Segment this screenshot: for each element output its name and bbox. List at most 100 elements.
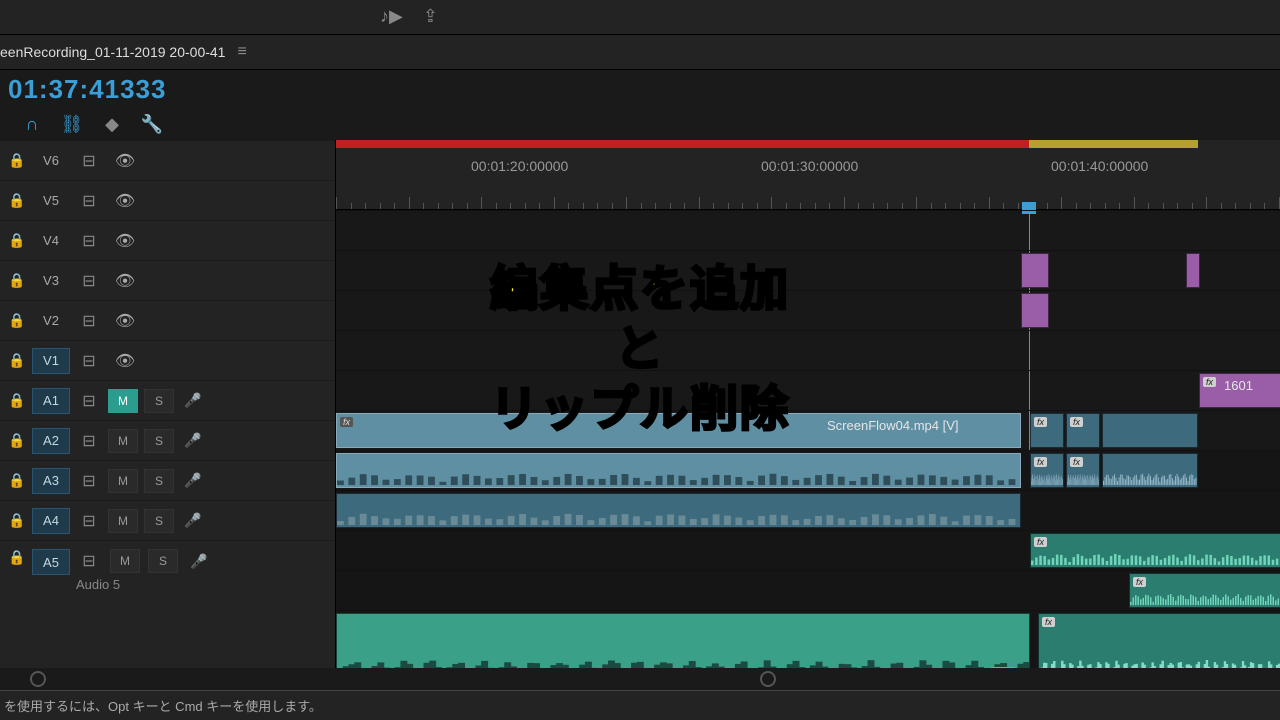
sync-lock-icon[interactable]: ⊟	[72, 431, 106, 451]
eye-icon[interactable]: 👁	[108, 351, 142, 371]
track-target[interactable]: A2	[32, 428, 70, 454]
track-target[interactable]: A5	[32, 549, 70, 575]
mute-button[interactable]: M	[108, 469, 138, 493]
solo-button[interactable]: S	[144, 429, 174, 453]
sync-lock-icon[interactable]: ⊟	[72, 191, 106, 211]
panel-menu-icon[interactable]: ≡	[237, 43, 246, 61]
sync-lock-icon[interactable]: ⊟	[72, 231, 106, 251]
linked-selection-icon[interactable]: ⛓	[54, 110, 90, 138]
lock-icon[interactable]: 🔒	[8, 272, 30, 289]
video-track-header[interactable]: 🔒 V6 ⊟ 👁	[0, 140, 335, 180]
lock-icon[interactable]: 🔒	[8, 312, 30, 329]
track-target[interactable]: V3	[32, 268, 70, 294]
sync-lock-icon[interactable]: ⊟	[72, 351, 106, 371]
zoom-handle-center[interactable]	[760, 671, 776, 687]
out-range-bar[interactable]	[1029, 140, 1198, 148]
play-add-icon[interactable]: ♪▶	[380, 6, 403, 27]
sync-lock-icon[interactable]: ⊟	[72, 551, 106, 571]
sync-lock-icon[interactable]: ⊟	[72, 471, 106, 491]
track-target[interactable]: A4	[32, 508, 70, 534]
export-icon[interactable]: ⇪	[423, 6, 438, 27]
mute-button[interactable]: M	[108, 389, 138, 413]
video-track-header[interactable]: 🔒 V4 ⊟ 👁	[0, 220, 335, 260]
track-target[interactable]: V5	[32, 188, 70, 214]
solo-button[interactable]: S	[148, 549, 178, 573]
clip[interactable]: fx1601	[1199, 373, 1280, 408]
mic-icon[interactable]: 🎤	[180, 432, 206, 449]
clip[interactable]	[336, 453, 1021, 488]
track-lane[interactable]	[336, 250, 1280, 290]
track-lane[interactable]: fx	[336, 570, 1280, 610]
mute-button[interactable]: M	[108, 509, 138, 533]
track-target[interactable]: V6	[32, 148, 70, 174]
clip[interactable]: fx	[1066, 413, 1100, 448]
clip[interactable]: fx	[1030, 413, 1064, 448]
audio-track-header[interactable]: 🔒 A3 ⊟ M S 🎤	[0, 460, 335, 500]
sync-lock-icon[interactable]: ⊟	[72, 271, 106, 291]
wrench-icon[interactable]: 🔧	[134, 110, 170, 138]
clip[interactable]	[1102, 453, 1198, 488]
track-target[interactable]: A1	[32, 388, 70, 414]
clip[interactable]	[1102, 413, 1198, 448]
marker-icon[interactable]: ◆	[94, 110, 130, 138]
lock-icon[interactable]: 🔒	[8, 352, 30, 369]
mic-icon[interactable]: 🎤	[186, 553, 212, 570]
video-track-header[interactable]: 🔒 V1 ⊟ 👁	[0, 340, 335, 380]
track-lane[interactable]: fxfx	[336, 450, 1280, 490]
lock-icon[interactable]: 🔒	[8, 192, 30, 209]
lock-icon[interactable]: 🔒	[8, 472, 30, 489]
sync-lock-icon[interactable]: ⊟	[72, 511, 106, 531]
sequence-tab[interactable]: eenRecording_01-11-2019 20-00-41 ≡	[0, 35, 1280, 70]
track-lane[interactable]	[336, 490, 1280, 530]
mute-button[interactable]: M	[110, 549, 140, 573]
lock-icon[interactable]: 🔒	[8, 549, 30, 566]
timecode-display[interactable]: 01:37:41333	[0, 74, 166, 105]
video-track-header[interactable]: 🔒 V3 ⊟ 👁	[0, 260, 335, 300]
track-lane[interactable]	[336, 330, 1280, 370]
audio-track-header[interactable]: 🔒 A5 ⊟ M S 🎤 Audio 5	[0, 540, 335, 620]
audio-track-header[interactable]: 🔒 A1 ⊟ M S 🎤	[0, 380, 335, 420]
eye-icon[interactable]: 👁	[108, 231, 142, 251]
sync-lock-icon[interactable]: ⊟	[72, 311, 106, 331]
track-target[interactable]: A3	[32, 468, 70, 494]
in-range-bar[interactable]	[336, 140, 1029, 148]
mic-icon[interactable]: 🎤	[180, 512, 206, 529]
clip[interactable]: fxScreenFlow04.mp4 [V]	[336, 413, 1021, 448]
track-lane[interactable]	[336, 210, 1280, 250]
video-track-header[interactable]: 🔒 V5 ⊟ 👁	[0, 180, 335, 220]
solo-button[interactable]: S	[144, 509, 174, 533]
clip[interactable]	[1021, 253, 1049, 288]
timeline[interactable]: 00:01:20:0000000:01:30:0000000:01:40:000…	[335, 140, 1280, 670]
clip[interactable]	[1021, 293, 1049, 328]
clip[interactable]: fx	[1030, 453, 1064, 488]
track-lane[interactable]: fx	[336, 530, 1280, 570]
track-target[interactable]: V2	[32, 308, 70, 334]
snap-icon[interactable]: ∩	[14, 110, 50, 138]
mute-button[interactable]: M	[108, 429, 138, 453]
clip[interactable]: fx	[1030, 533, 1280, 568]
zoom-handle-left[interactable]	[30, 671, 46, 687]
eye-icon[interactable]: 👁	[108, 191, 142, 211]
track-lane[interactable]	[336, 290, 1280, 330]
lock-icon[interactable]: 🔒	[8, 512, 30, 529]
lock-icon[interactable]: 🔒	[8, 232, 30, 249]
mic-icon[interactable]: 🎤	[180, 472, 206, 489]
track-target[interactable]: V1	[32, 348, 70, 374]
sync-lock-icon[interactable]: ⊟	[72, 391, 106, 411]
zoom-scrollbar[interactable]	[0, 668, 1280, 690]
clip[interactable]	[1186, 253, 1200, 288]
mic-icon[interactable]: 🎤	[180, 392, 206, 409]
track-lane[interactable]: fx1601	[336, 370, 1280, 410]
lock-icon[interactable]: 🔒	[8, 152, 30, 169]
solo-button[interactable]: S	[144, 469, 174, 493]
eye-icon[interactable]: 👁	[108, 311, 142, 331]
lock-icon[interactable]: 🔒	[8, 392, 30, 409]
clip[interactable]	[336, 493, 1021, 528]
clip[interactable]: fx	[1066, 453, 1100, 488]
lock-icon[interactable]: 🔒	[8, 432, 30, 449]
clip[interactable]: fx	[1129, 573, 1280, 608]
sync-lock-icon[interactable]: ⊟	[72, 151, 106, 171]
track-target[interactable]: V4	[32, 228, 70, 254]
audio-track-header[interactable]: 🔒 A2 ⊟ M S 🎤	[0, 420, 335, 460]
video-track-header[interactable]: 🔒 V2 ⊟ 👁	[0, 300, 335, 340]
